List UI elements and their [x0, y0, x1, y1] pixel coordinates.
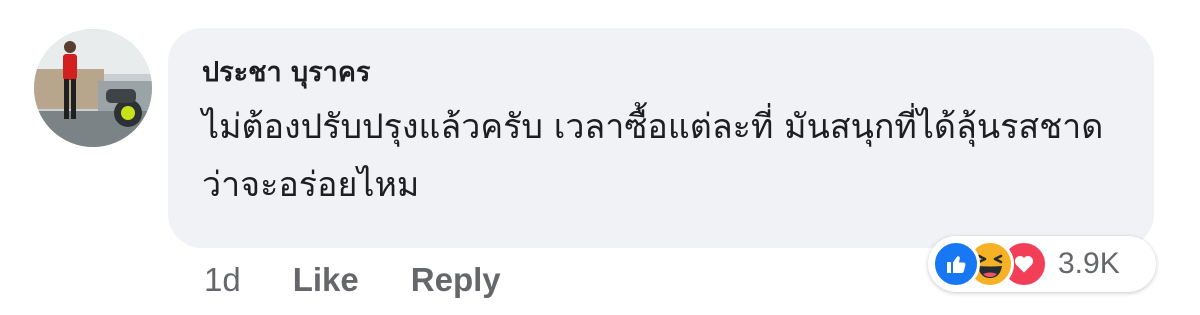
- avatar-photo: [34, 29, 152, 147]
- comment-bubble: ประชา บุราคร ไม่ต้องปรับปรุงแล้วครับ เวล…: [168, 28, 1154, 248]
- comment-timestamp[interactable]: 1d: [204, 261, 241, 299]
- reaction-count: 3.9K: [1058, 247, 1120, 280]
- reactions-summary[interactable]: 3.9K: [928, 236, 1156, 292]
- comment-actions: 1d Like Reply: [204, 258, 501, 302]
- comment: ประชา บุราคร ไม่ต้องปรับปรุงแล้วครับ เวล…: [0, 0, 1200, 315]
- avatar[interactable]: [34, 29, 152, 147]
- like-button[interactable]: Like: [293, 261, 359, 299]
- like-icon: [932, 240, 980, 288]
- comment-author[interactable]: ประชา บุราคร: [202, 54, 1120, 92]
- reply-button[interactable]: Reply: [411, 261, 501, 299]
- comment-text: ไม่ต้องปรับปรุงแล้วครับ เวลาซื้อแต่ละที่…: [202, 107, 1104, 205]
